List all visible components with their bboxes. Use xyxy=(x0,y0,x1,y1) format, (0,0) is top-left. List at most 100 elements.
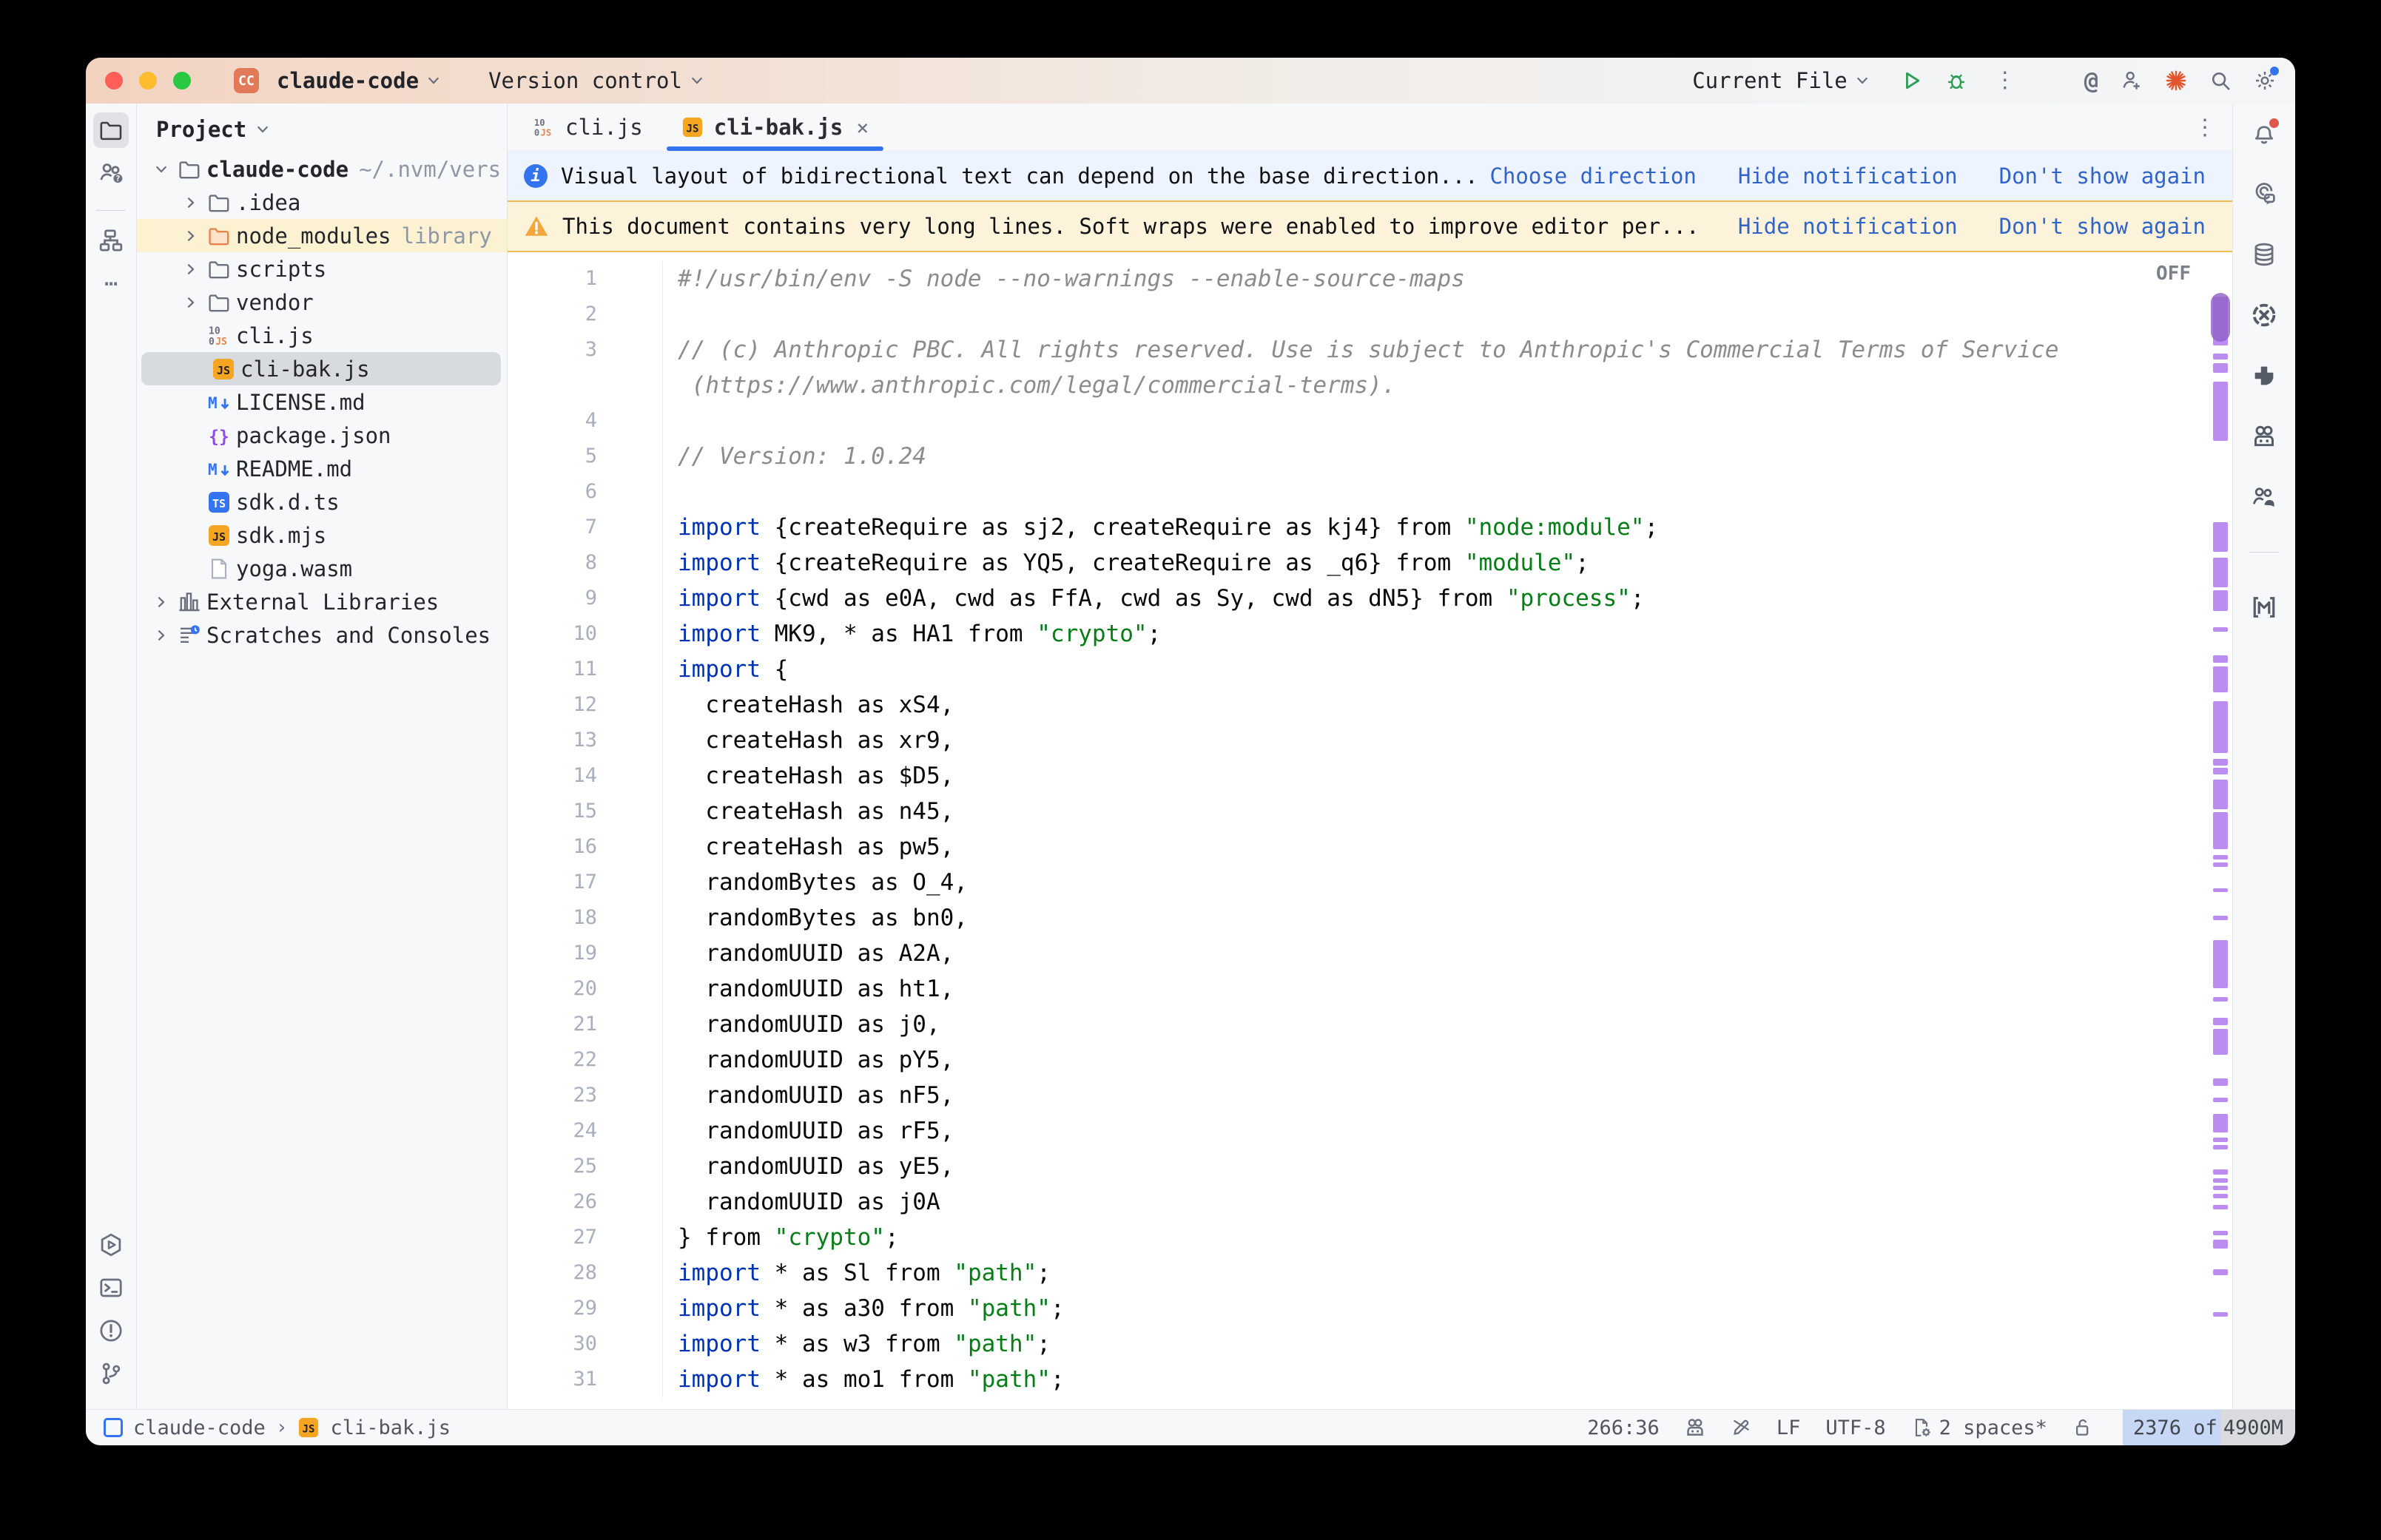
chevron-right-icon[interactable] xyxy=(177,227,205,245)
code-line[interactable]: 8import {createRequire as YQ5, createReq… xyxy=(508,545,2232,581)
code-line[interactable]: 19 randomUUID as A2A, xyxy=(508,936,2232,971)
code-line[interactable]: 31import * as mo1 from "path"; xyxy=(508,1362,2232,1397)
more-actions-icon[interactable]: ⋮ xyxy=(1990,70,2021,92)
project-widget[interactable]: claude-code xyxy=(269,68,450,93)
tree-item-sdk-d-ts[interactable]: TSsdk.d.ts xyxy=(137,485,507,519)
memory-indicator[interactable]: 2376 of 4900M xyxy=(2123,1410,2295,1445)
soft-wrap-off-indicator[interactable]: OFF xyxy=(2156,263,2191,285)
banner-action-hide-notification[interactable]: Hide notification xyxy=(1738,214,1958,239)
code-with-me-tool-button[interactable] xyxy=(2246,479,2282,515)
tab-cli-bak-js[interactable]: JS cli-bak.js × xyxy=(662,104,888,151)
code-line[interactable]: 29import * as a30 from "path"; xyxy=(508,1291,2232,1326)
scrollbar-thumb[interactable] xyxy=(2211,293,2230,342)
run-configuration-selector[interactable]: Current File xyxy=(1685,68,1879,93)
project-panel-header[interactable]: Project xyxy=(137,104,507,152)
collaboration-tool-button[interactable]: ? xyxy=(93,155,129,191)
robot-plugin-tool-button[interactable] xyxy=(2246,419,2282,454)
banner-action-hide-notification[interactable]: Hide notification xyxy=(1738,163,1958,189)
settings-button[interactable] xyxy=(2254,70,2276,92)
tree-item-package-json[interactable]: {}package.json xyxy=(137,419,507,452)
tree-item-license-md[interactable]: MLICENSE.md xyxy=(137,385,507,419)
problems-tool-button[interactable] xyxy=(93,1313,129,1348)
chevron-right-icon[interactable] xyxy=(147,627,175,644)
tab-options-icon[interactable]: ⋮ xyxy=(2178,104,2232,151)
code-line[interactable]: 9import {cwd as e0A, cwd as FfA, cwd as … xyxy=(508,581,2232,616)
code-line[interactable]: 4 xyxy=(508,403,2232,439)
terminal-tool-button[interactable] xyxy=(93,1270,129,1306)
code-line[interactable]: 16 createHash as pw5, xyxy=(508,829,2232,865)
code-line[interactable]: 28import * as Sl from "path"; xyxy=(508,1255,2232,1291)
run-icon[interactable] xyxy=(1901,70,1923,92)
tree-item-sdk-mjs[interactable]: JSsdk.mjs xyxy=(137,519,507,552)
banner-action-don-t-show-again[interactable]: Don't show again xyxy=(1999,214,2206,239)
tree-item-cli-js[interactable]: 100JScli.js xyxy=(137,319,507,352)
tab-close-icon[interactable]: × xyxy=(856,115,869,140)
code-line[interactable]: 22 randomUUID as pY5, xyxy=(508,1042,2232,1078)
code-line[interactable]: 18 randomBytes as bn0, xyxy=(508,900,2232,936)
line-separator-widget[interactable]: LF xyxy=(1777,1410,1801,1445)
tree-item-claude-code[interactable]: claude-code~/.nvm/vers xyxy=(137,152,507,186)
code-line[interactable]: 24 randomUUID as rF5, xyxy=(508,1113,2232,1149)
project-tool-button[interactable] xyxy=(93,112,129,148)
code-line[interactable]: 21 randomUUID as j0, xyxy=(508,1007,2232,1042)
structure-tool-button[interactable] xyxy=(93,223,129,258)
code-line[interactable]: 5// Version: 1.0.24 xyxy=(508,439,2232,474)
code-line[interactable]: 2 xyxy=(508,297,2232,332)
vcs-widget[interactable]: Version control xyxy=(481,68,713,93)
code-line[interactable]: 10import MK9, * as HA1 from "crypto"; xyxy=(508,616,2232,652)
dependencies-tool-button[interactable] xyxy=(2246,358,2282,394)
more-tools-button[interactable]: ⋯ xyxy=(93,266,129,301)
notifications-button[interactable] xyxy=(2246,115,2282,151)
window-close-button[interactable] xyxy=(105,72,123,90)
chevron-right-icon[interactable] xyxy=(177,260,205,278)
breadcrumb-file[interactable]: cli-bak.js xyxy=(330,1416,451,1439)
code-line[interactable]: 27} from "crypto"; xyxy=(508,1220,2232,1255)
tree-item-vendor[interactable]: vendor xyxy=(137,286,507,319)
tree-item--idea[interactable]: .idea xyxy=(137,186,507,219)
tree-item-readme-md[interactable]: MREADME.md xyxy=(137,452,507,485)
m-plugin-tool-button[interactable] xyxy=(2246,590,2282,625)
code-line[interactable]: 15 createHash as n45, xyxy=(508,794,2232,829)
tree-item-node-modules[interactable]: node_moduleslibrary xyxy=(137,219,507,252)
database-tool-button[interactable] xyxy=(2246,237,2282,272)
caret-position[interactable]: 266:36 xyxy=(1587,1410,1660,1445)
copilot-status-button[interactable] xyxy=(1685,1410,1705,1445)
chevron-right-icon[interactable] xyxy=(177,194,205,212)
breadcrumb-project[interactable]: claude-code xyxy=(133,1416,266,1439)
code-editor[interactable]: 1#!/usr/bin/env -S node --no-warnings --… xyxy=(508,252,2232,1409)
add-user-icon[interactable] xyxy=(2121,70,2143,92)
code-line[interactable]: (https://www.anthropic.com/legal/commerc… xyxy=(508,368,2232,403)
version-control-tool-button[interactable] xyxy=(93,1356,129,1391)
chevron-right-icon[interactable] xyxy=(147,593,175,611)
tree-item-external-libraries[interactable]: External Libraries xyxy=(137,585,507,618)
code-line[interactable]: 26 randomUUID as j0A xyxy=(508,1184,2232,1220)
banner-action-choose-direction[interactable]: Choose direction xyxy=(1489,163,1696,189)
window-minimize-button[interactable] xyxy=(139,72,157,90)
code-line[interactable]: 6 xyxy=(508,474,2232,510)
services-tool-button[interactable] xyxy=(93,1227,129,1263)
chevron-down-icon[interactable] xyxy=(147,161,175,178)
code-line[interactable]: 14 createHash as $D5, xyxy=(508,758,2232,794)
code-line[interactable]: 25 randomUUID as yE5, xyxy=(508,1149,2232,1184)
search-icon[interactable] xyxy=(2209,70,2232,92)
code-line[interactable]: 23 randomUUID as nF5, xyxy=(508,1078,2232,1113)
indent-widget[interactable]: 2 spaces* xyxy=(1911,1410,2047,1445)
tree-item-yoga-wasm[interactable]: yoga.wasm xyxy=(137,552,507,585)
mention-icon[interactable]: @ xyxy=(2084,67,2098,95)
readonly-toggle-button[interactable] xyxy=(1731,1410,1751,1445)
chevron-right-icon[interactable] xyxy=(177,294,205,311)
x-plugin-tool-button[interactable] xyxy=(2246,297,2282,333)
code-line[interactable]: 30import * as w3 from "path"; xyxy=(508,1326,2232,1362)
tree-item-scripts[interactable]: scripts xyxy=(137,252,507,286)
banner-action-don-t-show-again[interactable]: Don't show again xyxy=(1999,163,2206,189)
debug-icon[interactable] xyxy=(1945,70,1967,92)
ai-burst-icon[interactable] xyxy=(2165,70,2187,92)
code-line[interactable]: 17 randomBytes as O_4, xyxy=(508,865,2232,900)
tab-cli-js[interactable]: 100JS cli.js xyxy=(513,104,662,151)
code-line[interactable]: 12 createHash as xS4, xyxy=(508,687,2232,723)
encoding-widget[interactable]: UTF-8 xyxy=(1825,1410,1885,1445)
lock-toggle-button[interactable] xyxy=(2072,1410,2093,1445)
code-line[interactable]: 13 createHash as xr9, xyxy=(508,723,2232,758)
window-zoom-button[interactable] xyxy=(173,72,191,90)
code-line[interactable]: 3// (c) Anthropic PBC. All rights reserv… xyxy=(508,332,2232,368)
